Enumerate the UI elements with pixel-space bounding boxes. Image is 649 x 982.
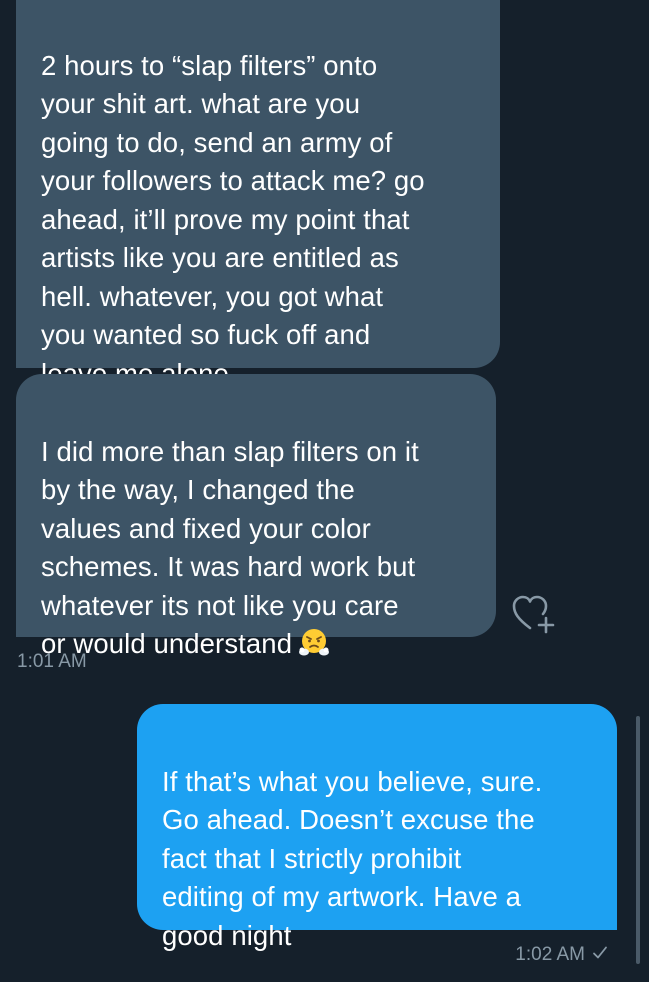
message-text: If that’s what you believe, sure. Go ahe… <box>162 765 543 951</box>
sent-message-bubble[interactable]: If that’s what you believe, sure. Go ahe… <box>137 704 617 951</box>
heart-plus-icon <box>512 595 555 634</box>
sent-timestamp-row: 1:02 AM <box>515 944 609 966</box>
face-with-steam-from-nose-emoji-icon <box>299 629 330 656</box>
like-message-button[interactable] <box>510 592 558 636</box>
sent-timestamp: 1:02 AM <box>515 944 585 965</box>
received-message-bubble[interactable]: I did more than slap filters on it by th… <box>16 374 496 659</box>
received-message-bubble[interactable]: 2 hours to “slap filters” onto your shit… <box>16 0 500 389</box>
checkmark-icon <box>593 946 607 959</box>
scrollbar[interactable] <box>636 716 640 964</box>
received-timestamp: 1:01 AM <box>17 651 87 672</box>
message-text: 2 hours to “slap filters” onto your shit… <box>41 49 425 389</box>
message-text: I did more than slap filters on it by th… <box>41 435 419 660</box>
